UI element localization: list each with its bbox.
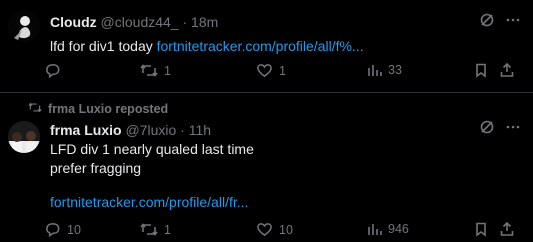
action-bar: 1 1 33 <box>44 62 522 82</box>
repost-count: 1 <box>164 222 171 237</box>
bookmark-icon <box>476 63 486 78</box>
share-icon <box>500 221 514 236</box>
views-icon <box>368 224 382 235</box>
repost-icon <box>140 64 158 77</box>
heart-icon <box>257 223 272 237</box>
reply-button[interactable] <box>44 62 67 79</box>
avatar[interactable] <box>8 10 40 42</box>
more-options-icon[interactable] <box>505 119 521 140</box>
reply-button[interactable]: 10 <box>44 221 81 238</box>
like-count: 1 <box>279 63 286 78</box>
repost-icon <box>140 223 158 236</box>
tweet-text-line: prefer fragging <box>50 160 142 176</box>
reply-icon <box>46 64 60 79</box>
views-button[interactable]: 33 <box>366 62 402 78</box>
repost-count: 1 <box>164 63 171 78</box>
avatar[interactable] <box>8 121 40 153</box>
action-bar: 10 1 10 946 <box>44 221 522 241</box>
separator-dot: · <box>182 14 188 30</box>
timestamp[interactable]: 18m <box>191 14 218 30</box>
repost-button[interactable]: 1 <box>140 221 171 238</box>
author-handle[interactable]: @cloudz44_ <box>101 14 179 30</box>
tweet-text-content: lfd for div1 today <box>50 38 153 54</box>
repost-indicator[interactable]: frma Luxio reposted <box>28 101 168 117</box>
reply-icon <box>46 223 60 238</box>
repost-button[interactable]: 1 <box>140 62 171 79</box>
heart-icon <box>257 64 272 78</box>
tweet[interactable]: Cloudz @cloudz44_ · 18m lfd for div1 tod… <box>0 0 533 92</box>
view-count: 33 <box>388 63 402 77</box>
tweet-text-line: LFD div 1 nearly qualed last time <box>50 141 254 157</box>
profile-link[interactable]: fortnitetracker.com/profile/all/f%... <box>157 38 364 54</box>
reply-count: 10 <box>67 222 81 237</box>
views-icon <box>368 65 382 76</box>
tweet-text: lfd for div1 today fortnitetracker.com/p… <box>50 37 364 56</box>
author-name[interactable]: Cloudz <box>50 14 97 30</box>
more-options-icon[interactable] <box>505 12 521 33</box>
separator-dot: · <box>180 122 185 138</box>
repost-icon <box>28 101 42 117</box>
share-icon <box>500 62 514 77</box>
bookmark-button[interactable] <box>473 221 489 237</box>
author-handle[interactable]: @7luxio <box>125 122 176 138</box>
grok-icon[interactable] <box>479 12 495 33</box>
profile-link[interactable]: fortnitetracker.com/profile/all/fr... <box>50 194 248 210</box>
grok-icon[interactable] <box>479 119 495 140</box>
like-button[interactable]: 1 <box>256 62 286 79</box>
bookmark-button[interactable] <box>473 62 489 78</box>
bookmark-icon <box>476 222 486 237</box>
view-count: 946 <box>388 222 409 236</box>
like-count: 10 <box>279 222 293 237</box>
repost-label: frma Luxio reposted <box>48 102 169 116</box>
tweet[interactable]: frma Luxio reposted frma Luxio @7luxio ·… <box>0 93 533 242</box>
like-button[interactable]: 10 <box>256 221 293 238</box>
share-button[interactable] <box>499 62 515 78</box>
author-name[interactable]: frma Luxio <box>50 122 122 138</box>
share-button[interactable] <box>499 221 515 237</box>
timestamp[interactable]: 11h <box>189 122 211 138</box>
views-button[interactable]: 946 <box>366 221 409 237</box>
tweet-text: LFD div 1 nearly qualed last time prefer… <box>50 140 254 178</box>
